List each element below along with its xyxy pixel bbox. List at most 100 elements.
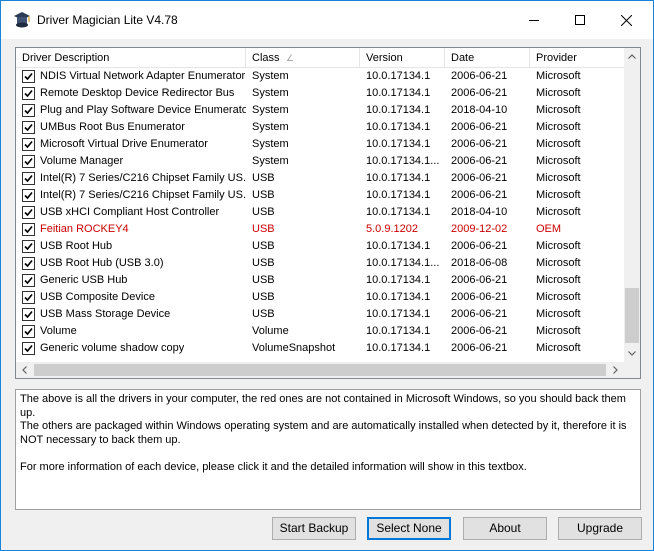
maximize-button[interactable] [557,1,603,39]
scroll-right-button[interactable] [607,362,624,378]
provider-cell: Microsoft [536,70,581,82]
list-rows: NDIS Virtual Network Adapter Enumerator S… [16,68,624,364]
row-checkbox[interactable] [22,189,35,202]
driver-description: Intel(R) 7 Series/C216 Chipset Family US… [40,189,246,201]
table-row[interactable]: USB xHCI Compliant Host Controller USB 10.… [16,204,624,221]
description-cell: Volume [16,323,246,340]
row-checkbox[interactable] [22,121,35,134]
checkmark-icon [24,293,33,302]
table-row[interactable]: Microsoft Virtual Drive Enumerator System… [16,136,624,153]
checkmark-icon [24,310,33,319]
row-checkbox[interactable] [22,87,35,100]
row-checkbox[interactable] [22,257,35,270]
table-row[interactable]: Generic volume shadow copy VolumeSnapshot… [16,340,624,357]
row-checkbox[interactable] [22,308,35,321]
driver-description: USB Composite Device [40,291,155,303]
table-row[interactable]: Remote Desktop Device Redirector Bus Syst… [16,85,624,102]
provider-cell: Microsoft [536,121,581,133]
scroll-up-button[interactable] [624,48,640,65]
driver-description: Volume Manager [40,155,124,167]
minimize-icon [529,20,539,21]
description-cell: USB Mass Storage Device [16,306,246,323]
version-cell: 10.0.17134.1 [366,121,431,133]
row-checkbox[interactable] [22,206,35,219]
info-textbox[interactable]: The above is all the drivers in your com… [15,389,641,510]
row-checkbox[interactable] [22,223,35,236]
table-row[interactable]: Intel(R) 7 Series/C216 Chipset Family US… [16,170,624,187]
version-cell: 10.0.17134.1 [366,87,431,99]
description-cell: Plug and Play Software Device Enumerator [16,102,246,119]
title-bar[interactable]: Driver Magician Lite V4.78 [1,1,653,39]
class-cell: System [252,138,289,150]
list-header: Driver Description Class ∠ Version Date P… [16,48,624,68]
class-cell: System [252,87,289,99]
driver-description: NDIS Virtual Network Adapter Enumerator [40,70,246,82]
row-checkbox[interactable] [22,138,35,151]
table-row[interactable]: USB Root Hub (USB 3.0) USB 10.0.17134.1...… [16,255,624,272]
driver-description: UMBus Root Bus Enumerator [40,121,185,133]
column-header-description[interactable]: Driver Description [16,48,246,68]
column-header-provider[interactable]: Provider [530,48,624,68]
about-button[interactable]: About [463,517,547,540]
table-row[interactable]: UMBus Root Bus Enumerator System 10.0.1713… [16,119,624,136]
provider-cell: Microsoft [536,274,581,286]
minimize-button[interactable] [511,1,557,39]
table-row[interactable]: Feitian ROCKEY4 USB 5.0.9.1202 2009-12-02 OE… [16,221,624,238]
date-cell: 2006-06-21 [451,138,508,150]
date-cell: 2006-06-21 [451,172,508,184]
description-cell: USB Root Hub [16,238,246,255]
checkmark-icon [24,344,33,353]
table-row[interactable]: USB Composite Device USB 10.0.17134.1 2006-… [16,289,624,306]
row-checkbox[interactable] [22,274,35,287]
chevron-left-icon [22,366,27,374]
class-cell: Volume [252,325,289,337]
vertical-scrollbar[interactable] [624,48,640,362]
checkmark-icon [24,89,33,98]
table-row[interactable]: Generic USB Hub USB 10.0.17134.1 2006-06-21… [16,272,624,289]
horizontal-scrollbar[interactable] [16,362,624,378]
checkmark-icon [24,157,33,166]
provider-cell: Microsoft [536,155,581,167]
date-cell: 2009-12-02 [451,223,508,235]
row-checkbox[interactable] [22,240,35,253]
driver-description: USB Root Hub [40,240,113,252]
checkmark-icon [24,208,33,217]
horizontal-scroll-thumb[interactable] [34,364,606,376]
table-row[interactable]: Volume Manager System 10.0.17134.1... 2006-… [16,153,624,170]
table-row[interactable]: Intel(R) 7 Series/C216 Chipset Family US… [16,187,624,204]
column-header-class[interactable]: Class ∠ [246,48,360,68]
row-checkbox[interactable] [22,104,35,117]
table-row[interactable]: NDIS Virtual Network Adapter Enumerator S… [16,68,624,85]
upgrade-button[interactable]: Upgrade [558,517,642,540]
class-cell: VolumeSnapshot [252,342,336,354]
row-checkbox[interactable] [22,70,35,83]
chevron-up-icon [628,54,636,59]
chevron-right-icon [613,366,618,374]
close-button[interactable] [603,1,649,39]
scroll-left-button[interactable] [16,362,33,378]
date-cell: 2018-04-10 [451,206,508,218]
vertical-scroll-thumb[interactable] [625,288,639,343]
description-cell: Volume Manager [16,153,246,170]
row-checkbox[interactable] [22,291,35,304]
date-cell: 2006-06-21 [451,87,508,99]
row-checkbox[interactable] [22,342,35,355]
row-checkbox[interactable] [22,155,35,168]
scroll-down-button[interactable] [624,345,640,362]
table-row[interactable]: USB Root Hub USB 10.0.17134.1 2006-06-21 Mic… [16,238,624,255]
description-cell: USB Root Hub (USB 3.0) [16,255,246,272]
row-checkbox[interactable] [22,172,35,185]
version-cell: 10.0.17134.1 [366,240,431,252]
table-row[interactable]: Volume Volume 10.0.17134.1 2006-06-21 Micros… [16,323,624,340]
column-header-date[interactable]: Date [445,48,530,68]
select-none-button[interactable]: Select None [367,517,451,540]
provider-cell: Microsoft [536,104,581,116]
driver-list[interactable]: Driver Description Class ∠ Version Date P… [15,47,641,379]
row-checkbox[interactable] [22,325,35,338]
provider-cell: Microsoft [536,308,581,320]
column-header-version[interactable]: Version [360,48,445,68]
table-row[interactable]: Plug and Play Software Device Enumerator… [16,102,624,119]
version-cell: 10.0.17134.1 [366,342,431,354]
start-backup-button[interactable]: Start Backup [272,517,356,540]
table-row[interactable]: USB Mass Storage Device USB 10.0.17134.1 20… [16,306,624,323]
